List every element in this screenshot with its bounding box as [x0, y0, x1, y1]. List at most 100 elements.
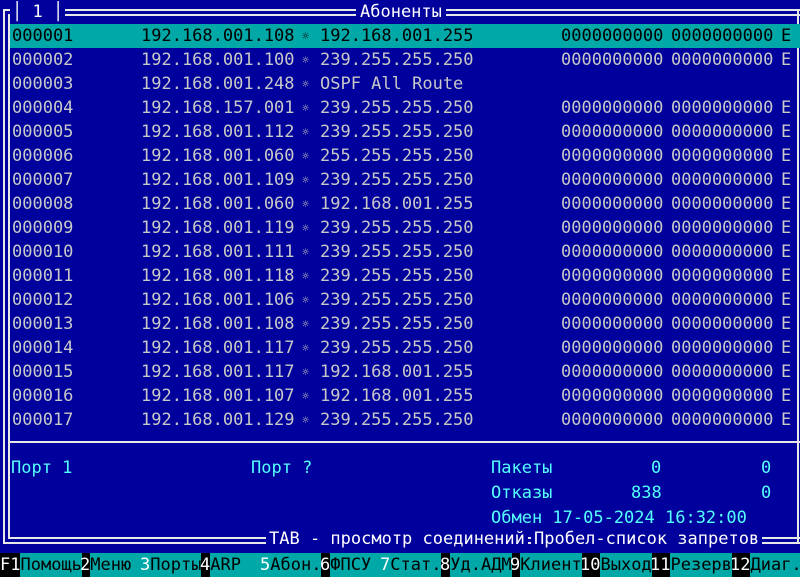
table-row[interactable]: 000007 192.168.001.109 ☼ 239.255.255.250 000… — [10, 168, 800, 192]
row-id: 000016 — [12, 386, 74, 406]
row-counter-a: 0000000000 — [561, 290, 664, 310]
row-counter-b: 0000000000 — [671, 362, 774, 382]
row-direction-icon: ☼ — [302, 413, 310, 427]
table-row[interactable]: 000011 192.168.001.118 ☼ 239.255.255.250 000… — [10, 264, 800, 288]
row-flag: E — [781, 386, 792, 406]
row-direction-icon: ☼ — [302, 221, 310, 235]
row-direction-icon: ☼ — [302, 293, 310, 307]
row-counter-a: 0000000000 — [561, 26, 664, 46]
table-row[interactable]: 000014 192.168.001.117 ☼ 239.255.255.250 000… — [10, 336, 800, 360]
row-source-ip: 192.168.001.111 — [141, 242, 295, 262]
row-counter-a: 0000000000 — [561, 410, 664, 430]
table-row[interactable]: 000005 192.168.001.112 ☼ 239.255.255.250 000… — [10, 120, 800, 144]
info-port-left: Порт 1 — [11, 458, 73, 478]
port-number: 1 — [32, 2, 43, 22]
row-direction-icon: ☼ — [302, 101, 310, 115]
row-direction-icon: ☼ — [302, 77, 310, 91]
row-flag: E — [781, 218, 792, 238]
row-direction-icon: ☼ — [302, 317, 310, 331]
fkey-number: 6 — [320, 555, 331, 575]
row-id: 000006 — [12, 146, 74, 166]
table-row[interactable]: 000002 192.168.001.100 ☼ 239.255.255.250 000… — [10, 48, 800, 72]
row-id: 000002 — [12, 50, 74, 70]
row-flag: E — [781, 170, 792, 190]
fkey-number: 12 — [730, 555, 751, 575]
row-flag: E — [781, 242, 792, 262]
table-row[interactable]: 000006 192.168.001.060 ☼ 255.255.255.250 000… — [10, 144, 800, 168]
fkey-number: 7 — [380, 555, 391, 575]
fkey-1-button[interactable]: F1Помощь — [0, 553, 82, 577]
terminal-screen: │ 1 │ Абоненты 000001 192.168.001.108 ☼ 192… — [0, 0, 800, 577]
row-id: 000001 — [12, 26, 74, 46]
row-counter-b: 0000000000 — [671, 386, 774, 406]
row-flag: E — [781, 98, 792, 118]
fkey-number: 8 — [440, 555, 451, 575]
row-counter-b: 0000000000 — [671, 314, 774, 334]
row-source-ip: 192.168.001.107 — [141, 386, 295, 406]
row-id: 000003 — [12, 74, 74, 94]
row-destination: 239.255.255.250 — [320, 410, 474, 430]
row-flag: E — [781, 266, 792, 286]
table-row[interactable]: 000009 192.168.001.119 ☼ 239.255.255.250 000… — [10, 216, 800, 240]
fkey-label: Клиент — [520, 553, 582, 577]
row-counter-a: 0000000000 — [561, 146, 664, 166]
fkey-10-button[interactable]: 10Выход — [580, 553, 652, 577]
table-row[interactable]: 000012 192.168.001.106 ☼ 239.255.255.250 000… — [10, 288, 800, 312]
row-direction-icon: ☼ — [302, 53, 310, 67]
row-counter-b: 0000000000 — [671, 170, 774, 190]
fkey-9-button[interactable]: 9Клиент — [510, 553, 582, 577]
fkey-label: Выход — [600, 553, 652, 577]
row-destination: 192.168.001.255 — [320, 194, 474, 214]
table-row[interactable]: 000010 192.168.001.111 ☼ 239.255.255.250 000… — [10, 240, 800, 264]
fkey-7-button[interactable]: 7Стат. — [380, 553, 442, 577]
exchange-timestamp: Обмен 17-05-2024 16:32:00 — [491, 508, 747, 528]
row-id: 000011 — [12, 266, 74, 286]
refusals-label: Отказы — [491, 483, 553, 503]
fkey-8-button[interactable]: 8Уд.АДМ — [440, 553, 512, 577]
row-source-ip: 192.168.001.117 — [141, 338, 295, 358]
row-destination: 239.255.255.250 — [320, 290, 474, 310]
row-id: 000014 — [12, 338, 74, 358]
row-id: 000010 — [12, 242, 74, 262]
fkey-number: F1 — [0, 555, 21, 575]
refusals-value-1: 838 — [631, 483, 662, 503]
fkey-3-button[interactable]: 3Порты — [140, 553, 202, 577]
row-flag: E — [781, 410, 792, 430]
table-row[interactable]: 000015 192.168.001.117 ☼ 192.168.001.255 000… — [10, 360, 800, 384]
row-source-ip: 192.168.001.129 — [141, 410, 295, 430]
row-counter-a: 0000000000 — [561, 314, 664, 334]
fkey-label: Помощь — [20, 553, 82, 577]
table-row[interactable]: 000017 192.168.001.129 ☼ 239.255.255.250 000… — [10, 408, 800, 432]
row-counter-b: 0000000000 — [671, 266, 774, 286]
table-row[interactable]: 000013 192.168.001.108 ☼ 239.255.255.250 000… — [10, 312, 800, 336]
table-row[interactable]: 000001 192.168.001.108 ☼ 192.168.001.255 000… — [10, 24, 800, 48]
table-row[interactable]: 000016 192.168.001.107 ☼ 192.168.001.255 000… — [10, 384, 800, 408]
fkey-5-button[interactable]: 5Абон. — [260, 553, 322, 577]
fkey-label: Стат. — [390, 553, 442, 577]
fkey-11-button[interactable]: 11Резерв — [650, 553, 732, 577]
row-id: 000005 — [12, 122, 74, 142]
row-source-ip: 192.168.157.001 — [141, 98, 295, 118]
table-row[interactable]: 000008 192.168.001.060 ☼ 192.168.001.255 000… — [10, 192, 800, 216]
row-flag: E — [781, 314, 792, 334]
row-counter-a: 0000000000 — [561, 266, 664, 286]
top-right-blank — [580, 0, 800, 4]
row-id: 000012 — [12, 290, 74, 310]
fkey-number: 5 — [260, 555, 271, 575]
row-counter-b: 0000000000 — [671, 410, 774, 430]
row-flag: E — [781, 146, 792, 166]
row-counter-a: 0000000000 — [561, 386, 664, 406]
table-row[interactable]: 000003 192.168.001.248 ☼ OSPF All Route — [10, 72, 800, 96]
row-destination: 239.255.255.250 — [320, 266, 474, 286]
row-destination: 255.255.255.250 — [320, 146, 474, 166]
row-destination: 192.168.001.255 — [320, 386, 474, 406]
row-id: 000007 — [12, 170, 74, 190]
table-row[interactable]: 000004 192.168.157.001 ☼ 239.255.255.250 000… — [10, 96, 800, 120]
packets-value-2: 0 — [761, 458, 772, 478]
row-destination: 239.255.255.250 — [320, 98, 474, 118]
fkey-number: 9 — [510, 555, 521, 575]
row-flag: E — [781, 362, 792, 382]
fkey-number: 11 — [650, 555, 671, 575]
fkey-12-button[interactable]: 12Диаг. — [730, 553, 800, 577]
row-counter-a: 0000000000 — [561, 98, 664, 118]
